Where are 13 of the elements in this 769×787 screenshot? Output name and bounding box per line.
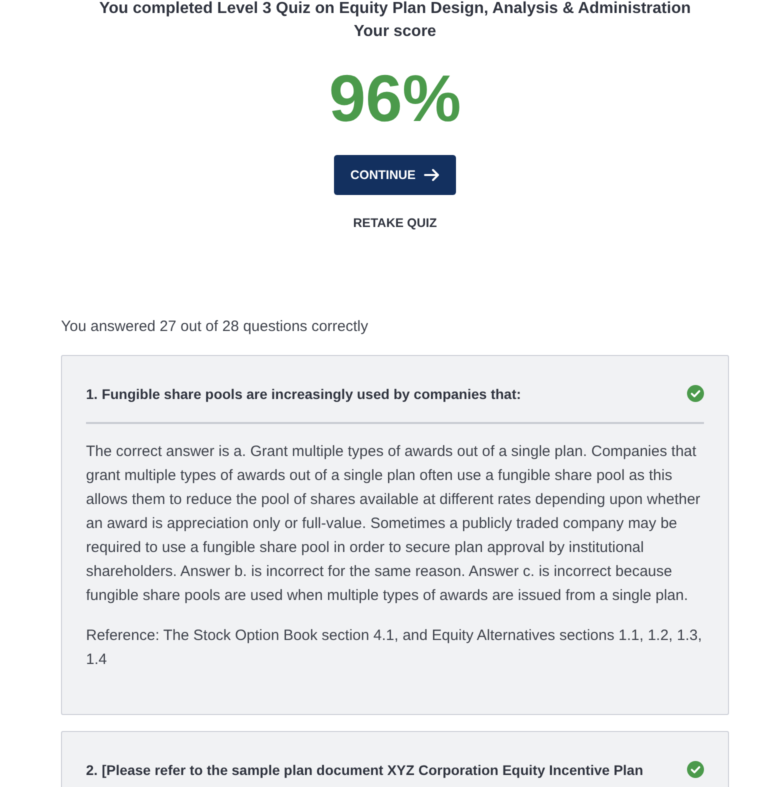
score-value: 96%: [328, 62, 462, 134]
answer-explanation: The correct answer is a. Grant multiple types of awards out of a single plan. Companies that grant multiple types of awards out of a single plan often use a fungible share pool as this allows them to reduce the pool of shares available at different rates depending upon whether an award is appreciation only or full-value. Sometimes a publicly traded company may be required to use a fungible share pool in order to secure plan approval by institutional shareholders. Answer b. is incorrect for the same reason. Answer c. is incorrect because fungible share pools are used when multiple types of awards are issued from a single plan.: [86, 442, 702, 606]
question-text: [Please refer to the sample plan document XYZ Corporation Equity Incentive Plan: [102, 761, 644, 780]
question-number: 2.: [86, 761, 98, 780]
answered-summary: You answered 27 out of 28 questions correctly: [61, 317, 370, 337]
question-number: 1.: [86, 385, 98, 404]
reference-text: Reference: The Stock Option Book section 4.1, and Equity Alternatives sections 1.1, 1.2, 1.3, 1.4: [86, 626, 703, 670]
continue-button[interactable]: CONTINUE: [334, 155, 456, 195]
question-text: Fungible share pools are increasingly used by companies that:: [102, 385, 522, 404]
score-label: Your score: [354, 22, 436, 42]
arrow-right-icon: [424, 169, 440, 181]
quiz-completed-title: You completed Level 3 Quiz on Equity Plan Design, Analysis & Administration: [99, 0, 691, 19]
retake-quiz-link[interactable]: RETAKE QUIZ: [353, 214, 437, 232]
